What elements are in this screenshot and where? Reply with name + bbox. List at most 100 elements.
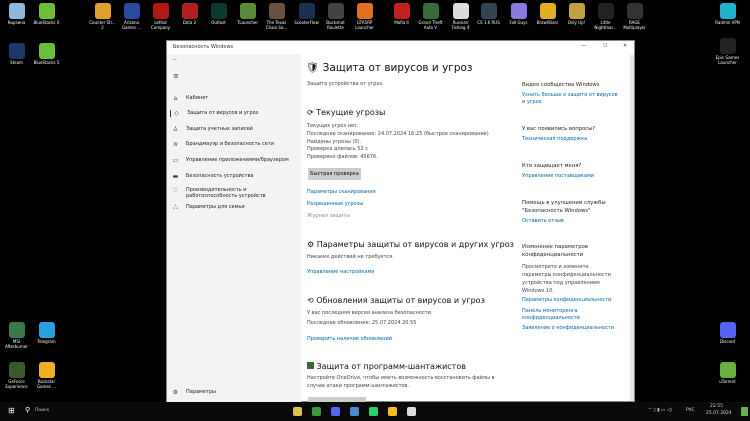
ransom-text: случае атаки программ-шантажистов. <box>307 383 410 389</box>
whatsapp-taskbar-icon[interactable] <box>369 407 378 416</box>
minimize-button[interactable]: — <box>581 43 586 49</box>
desktop-icon[interactable]: Rockstar Games ... <box>32 362 61 389</box>
feedback-link[interactable]: Оставить отзыв <box>522 218 564 224</box>
desktop-icon[interactable]: Telegram <box>32 322 61 345</box>
help-title: Помощь в улучшении службы <box>522 200 606 206</box>
desktop-icon[interactable]: Lethal Company <box>146 3 175 30</box>
desktop-icon[interactable]: BlueStacks X <box>32 3 61 26</box>
privacy-dashboard-link[interactable]: конфиденциальности <box>522 315 580 321</box>
maximize-button[interactable]: ☐ <box>603 43 607 49</box>
desktop-icon[interactable]: Only Up! <box>562 3 591 26</box>
sidebar-item[interactable]: ≋ Брандмауэр и безопасность сети <box>172 141 274 148</box>
sidebar-item[interactable]: ⌂ Кабинет <box>172 95 209 102</box>
sidebar-item-label: Защита учетных записей <box>186 126 253 132</box>
sidebar-item[interactable]: ▭ Управление приложениями/браузером <box>172 157 289 164</box>
scrollbar[interactable] <box>630 55 634 401</box>
update-icon: ⟲ <box>307 296 314 305</box>
language-indicator[interactable]: РУС <box>686 408 695 413</box>
protection-history-link[interactable]: Журнал защиты <box>307 213 350 219</box>
desktop-icon[interactable]: Arizona Games ... <box>117 3 146 30</box>
manage-settings-link[interactable]: Управление настройками <box>307 269 375 275</box>
desktop-icon[interactable]: Counter Str... 2 <box>88 3 117 30</box>
app-icon <box>719 362 736 378</box>
desktop-icon[interactable]: Russian Fishing 4 <box>446 3 475 30</box>
sidebar-item-label: Управление приложениями/браузером <box>186 157 289 163</box>
desktop-icon-label: Dota 2 <box>182 20 197 25</box>
sidebar-item[interactable]: ♡ Производительность и работоспособность … <box>172 187 281 199</box>
desktop-icon[interactable]: uTorrent <box>713 362 742 385</box>
desktop-icon[interactable]: Корзина <box>2 3 31 26</box>
desktop-icon[interactable]: Dota 2 <box>175 3 204 26</box>
sidebar-item[interactable]: ♙ Защита учетных записей <box>172 126 253 133</box>
scan-duration: Проверка длилась 52 с <box>307 146 369 152</box>
desktop-icon[interactable]: GeForce Experience <box>2 362 31 389</box>
app-check-taskbar-icon[interactable] <box>350 407 359 416</box>
files-scanned: Проверено файлов: 45676. <box>307 153 378 160</box>
hamburger-menu-icon[interactable]: ≡ <box>173 72 179 80</box>
app-icon <box>8 362 25 378</box>
desktop-icon[interactable]: Discord <box>713 322 742 345</box>
updates-heading: ⟲ Обновления защиты от вирусов и угроз <box>307 296 485 305</box>
sidebar-item[interactable]: ஃ Параметры для семьи <box>172 204 244 212</box>
app-icon <box>539 3 556 19</box>
desktop-icon-label: Grand Theft Auto V <box>418 20 443 30</box>
close-button[interactable]: ✕ <box>623 43 627 49</box>
notification-icon[interactable] <box>741 407 748 416</box>
check-updates-link[interactable]: Проверить наличие обновлений <box>307 336 392 342</box>
app-icon <box>719 38 736 54</box>
desktop-icon[interactable]: MSI Afterburner <box>2 322 31 349</box>
search-icon[interactable]: ⚲ <box>25 406 30 414</box>
yandex-browser-taskbar-icon[interactable] <box>388 407 397 416</box>
search-box[interactable]: Поиск <box>35 408 49 413</box>
desktop-icon[interactable]: Outlast <box>204 3 233 26</box>
tray-icons[interactable]: ^ ▯ ▮ ▭ ◁) <box>648 408 672 413</box>
desktop-icon[interactable]: Fall Guys <box>504 3 533 26</box>
learn-more-link[interactable]: Узнать больше о защите от вирусов <box>522 92 618 98</box>
desktop-icon-label: Counter Str... 2 <box>89 20 116 30</box>
desktop-icon-label: Little Nightmar... <box>594 20 617 30</box>
desktop-icon[interactable]: ScooterFlow <box>292 3 321 26</box>
scan-options-link[interactable]: Параметры сканирования <box>307 189 376 195</box>
desktop-icon[interactable]: BrawlStars <box>533 3 562 26</box>
wifi-icon: ≋ <box>172 141 179 148</box>
sidebar-settings[interactable]: ⚙ Параметры <box>172 389 216 396</box>
clock-date[interactable]: 25.07.2024 <box>706 411 732 416</box>
desktop-icon-label: Outlast <box>211 20 226 25</box>
privacy-statement-link[interactable]: Заявление о конфиденциальности <box>522 325 614 331</box>
desktop-icon[interactable]: Little Nightmar... <box>591 3 620 30</box>
desktop-icon[interactable]: RAGE Multiplayer <box>620 3 649 30</box>
file-explorer-taskbar-icon[interactable] <box>293 407 302 416</box>
sidebar-item[interactable]: ◇ Защита от вирусов и угроз <box>170 110 258 117</box>
desktop-icon[interactable]: TLauncher <box>233 3 262 26</box>
sidebar: ← ≡ ⌂ Кабинет ◇ Защита от вирусов и угроз ♙ З… <box>167 54 301 402</box>
desktop-icon[interactable]: The Texas Chain Sa... <box>262 3 291 30</box>
desktop-icon-label: Arizona Games ... <box>121 20 142 30</box>
desktop-icon[interactable]: CS 1.6 RUS <box>474 3 503 26</box>
desktop-icon[interactable]: Buckshot Roulette <box>321 3 350 30</box>
sidebar-item[interactable]: ▬ Безопасность устройства <box>172 173 254 180</box>
desktop-icon[interactable]: GTA5RP Launcher <box>350 3 379 30</box>
learn-more-link[interactable]: и угроз <box>522 99 541 105</box>
back-arrow-icon[interactable]: ← <box>173 57 177 63</box>
privacy-dashboard-link[interactable]: Панель мониторинга <box>522 308 578 314</box>
gear-shield-icon: ⚙ <box>307 240 315 249</box>
app-icon <box>38 322 55 338</box>
desktop-icon[interactable]: Radmin VPN <box>713 3 742 26</box>
manage-providers-link[interactable]: Управление поставщиками <box>522 173 594 179</box>
clock-time[interactable]: 22:55 <box>710 404 723 409</box>
desktop-icon[interactable]: Mafia II <box>387 3 416 26</box>
app-icon <box>356 3 373 19</box>
start-button[interactable]: ⊞ <box>8 406 15 415</box>
privacy-text: Просмотрите и измените <box>522 264 589 270</box>
app-green-taskbar-icon[interactable] <box>312 407 321 416</box>
privacy-settings-link[interactable]: Параметры конфиденциальности <box>522 297 611 303</box>
quick-scan-button[interactable]: Быстрая проверка <box>308 168 361 180</box>
desktop-icon[interactable]: Epic Games Launcher <box>713 38 742 65</box>
desktop-icon[interactable]: BlueStacks 5 <box>32 43 61 66</box>
desktop-icon[interactable]: Grand Theft Auto V <box>416 3 445 30</box>
allowed-threats-link[interactable]: Разрешенные угрозы <box>307 201 363 207</box>
windows-security-taskbar-icon[interactable] <box>407 407 416 416</box>
desktop-icon[interactable]: Steam <box>2 43 31 66</box>
discord-taskbar-icon[interactable] <box>331 407 340 416</box>
support-link[interactable]: Техническая поддержка <box>522 136 587 142</box>
